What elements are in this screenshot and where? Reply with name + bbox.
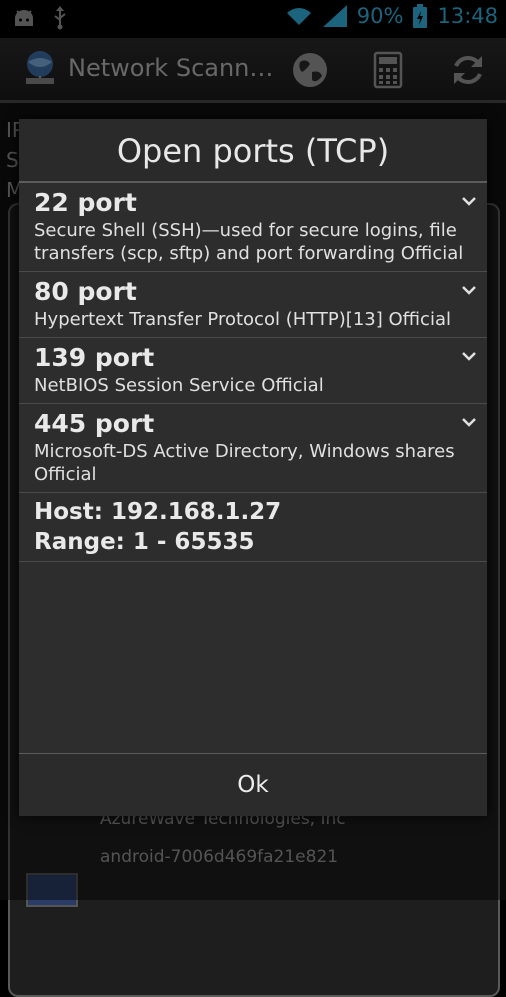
port-title: 80 port <box>34 277 137 306</box>
dialog-title: Open ports (TCP) <box>19 119 487 183</box>
chevron-down-icon[interactable] <box>461 348 477 364</box>
port-description: Secure Shell (SSH)—used for secure login… <box>34 220 464 264</box>
port-item-445[interactable]: 445 port Microsoft-DS Active Directory, … <box>19 404 487 493</box>
port-range: Range: 1 - 65535 <box>34 529 255 555</box>
port-description: Hypertext Transfer Protocol (HTTP)[13] O… <box>34 309 451 330</box>
host-info: Host: 192.168.1.27 Range: 1 - 65535 <box>19 493 487 562</box>
port-title: 22 port <box>34 188 137 217</box>
port-title: 139 port <box>34 343 155 372</box>
open-ports-dialog: Open ports (TCP) 22 port Secure Shell (S… <box>19 119 487 816</box>
port-description: Microsoft-DS Active Directory, Windows s… <box>34 441 455 485</box>
host-address: Host: 192.168.1.27 <box>34 499 282 525</box>
chevron-down-icon[interactable] <box>461 414 477 430</box>
port-item-80[interactable]: 80 port Hypertext Transfer Protocol (HTT… <box>19 272 487 338</box>
port-description: NetBIOS Session Service Official <box>34 375 324 396</box>
chevron-down-icon[interactable] <box>461 282 477 298</box>
ok-button[interactable]: Ok <box>19 753 487 816</box>
port-item-139[interactable]: 139 port NetBIOS Session Service Officia… <box>19 338 487 404</box>
port-item-22[interactable]: 22 port Secure Shell (SSH)—used for secu… <box>19 183 487 272</box>
port-title: 445 port <box>34 409 155 438</box>
chevron-down-icon[interactable] <box>461 193 477 209</box>
